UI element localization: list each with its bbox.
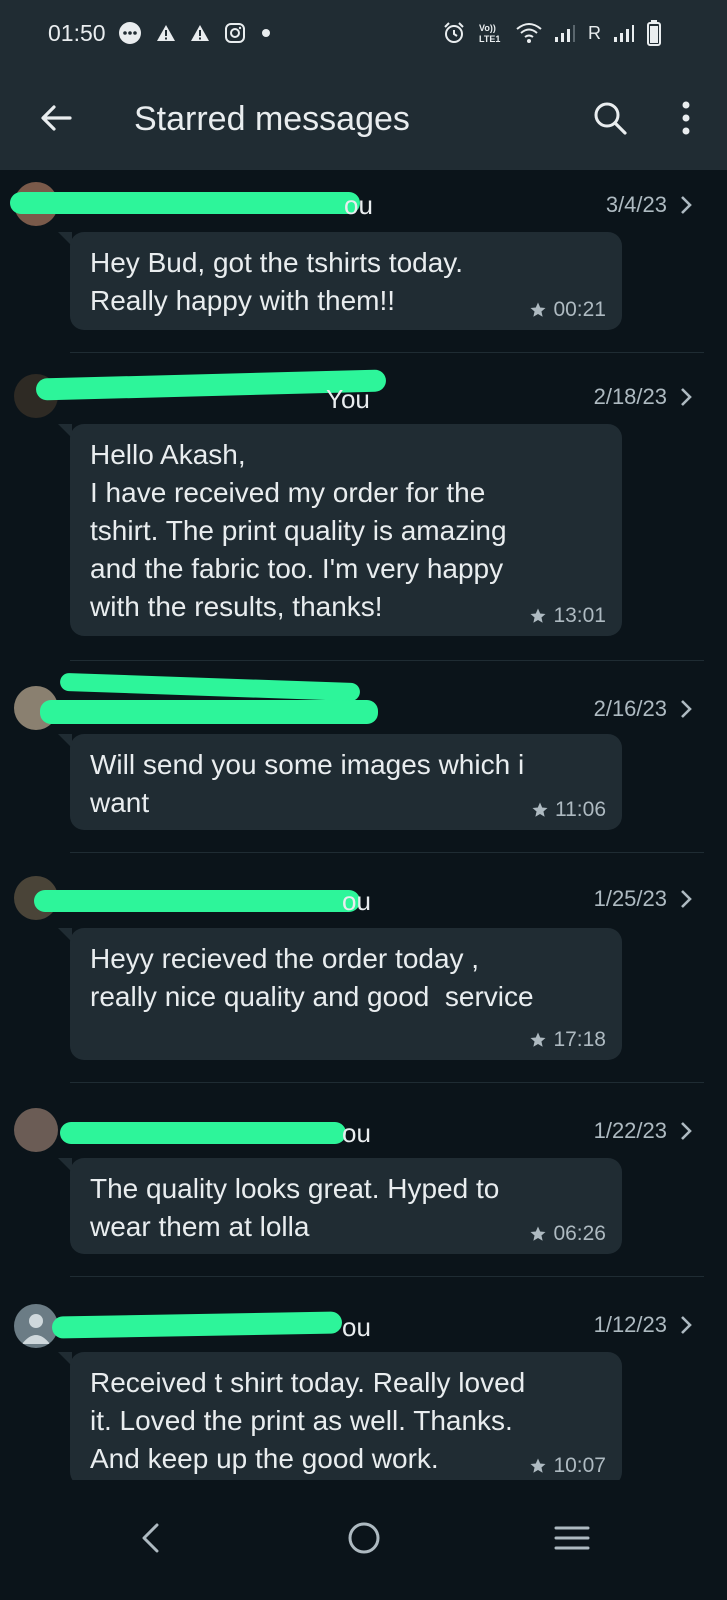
alarm-icon: [442, 20, 466, 46]
message-meta: 17:18: [529, 1028, 606, 1052]
message-meta: 06:26: [529, 1222, 606, 1246]
star-icon: [530, 608, 546, 623]
divider: [70, 852, 704, 853]
nav-back-icon: [142, 1523, 159, 1553]
star-icon: [530, 1226, 546, 1241]
system-nav-bar: [0, 1480, 727, 1600]
message-meta: 00:21: [529, 298, 606, 322]
message-date: 3/4/23: [605, 192, 667, 217]
warning-icon: [156, 20, 176, 46]
roaming-signal-icon: [613, 20, 635, 46]
message-bubble[interactable]: Hello Akash, I have received my order fo…: [70, 424, 622, 636]
volte-icon: Vo)) LTE1: [478, 20, 504, 46]
message-bubble[interactable]: The quality looks great. Hyped to wear t…: [70, 1158, 622, 1254]
redacted-sender: [40, 700, 378, 724]
message-text: Will send you some images which i want: [90, 749, 525, 818]
message-meta: 10:07: [529, 1454, 606, 1478]
nav-recents-button[interactable]: [542, 1508, 602, 1568]
instagram-icon: [224, 20, 246, 46]
message-date: 2/18/23: [593, 384, 667, 409]
more-options-button[interactable]: [660, 92, 712, 144]
divider: [70, 660, 704, 661]
message-text: Heyy recieved the order today , really n…: [90, 943, 534, 1012]
search-icon: [594, 102, 627, 135]
message-time: 11:06: [555, 798, 606, 821]
more-vert-icon: [682, 101, 690, 135]
signal-icon: [554, 20, 576, 46]
divider: [70, 352, 704, 353]
star-icon: [530, 302, 546, 317]
message-bubble[interactable]: Will send you some images which i want 1…: [70, 734, 622, 830]
dot-icon: [260, 20, 272, 46]
message-date: 1/22/23: [593, 1118, 667, 1143]
message-text: Received t shirt today. Really loved it.…: [90, 1367, 526, 1474]
nav-home-icon: [348, 1522, 380, 1554]
sender-you-label: ou: [342, 1118, 371, 1148]
message-text: Hey Bud, got the tshirts today. Really h…: [90, 247, 464, 316]
svg-text:Vo)): Vo)): [479, 23, 496, 33]
search-button[interactable]: [584, 92, 636, 144]
message-bubble[interactable]: Heyy recieved the order today , really n…: [70, 928, 622, 1060]
star-icon: [532, 802, 548, 817]
divider: [70, 1276, 704, 1277]
message-time: 06:26: [553, 1222, 606, 1245]
sender-you-label: ou: [344, 190, 373, 220]
redacted-sender: [10, 192, 360, 214]
message-time: 10:07: [553, 1454, 606, 1477]
message-meta: 13:01: [529, 604, 606, 628]
chevron-right-icon[interactable]: [675, 696, 697, 722]
message-bubble[interactable]: Received t shirt today. Really loved it.…: [70, 1352, 622, 1486]
star-icon: [530, 1458, 546, 1473]
nav-recents-icon: [554, 1526, 590, 1550]
chevron-right-icon[interactable]: [675, 192, 697, 218]
message-bubble[interactable]: Hey Bud, got the tshirts today. Really h…: [70, 232, 622, 330]
notification-icons: [118, 20, 272, 46]
chat-bubble-icon: [118, 20, 142, 46]
message-meta: 11:06: [531, 798, 606, 822]
system-icons: Vo)) LTE1 R: [442, 20, 661, 46]
sender-you-label: You: [326, 384, 370, 414]
sender-you-label: ou: [342, 1312, 371, 1342]
battery-icon: [647, 20, 661, 46]
message-date: 2/16/23: [593, 696, 667, 721]
status-time: 01:50: [48, 20, 106, 46]
chevron-right-icon[interactable]: [675, 1312, 697, 1338]
redacted-sender: [60, 1122, 346, 1144]
wifi-icon: [516, 20, 542, 46]
message-date: 1/12/23: [593, 1312, 667, 1337]
back-button[interactable]: [30, 92, 82, 144]
message-time: 13:01: [553, 604, 606, 627]
page-title: Starred messages: [134, 100, 410, 138]
nav-back-button[interactable]: [120, 1508, 180, 1568]
svg-text:LTE1: LTE1: [479, 34, 500, 44]
message-text: Hello Akash, I have received my order fo…: [90, 439, 507, 622]
chevron-right-icon[interactable]: [675, 384, 697, 410]
divider: [70, 1082, 704, 1083]
message-time: 00:21: [553, 298, 606, 321]
nav-home-button[interactable]: [334, 1508, 394, 1568]
app-bar: Starred messages: [0, 68, 727, 170]
redacted-sender: [59, 672, 361, 702]
arrow-left-icon: [41, 105, 72, 131]
chevron-right-icon[interactable]: [675, 886, 697, 912]
redacted-sender: [34, 890, 360, 912]
status-bar: 01:50 Vo)) LTE1 R: [0, 0, 727, 68]
redacted-sender: [51, 1311, 343, 1339]
message-time: 17:18: [553, 1028, 606, 1051]
roaming-label: R: [588, 22, 601, 43]
message-date: 1/25/23: [593, 886, 667, 911]
warning-icon: [190, 20, 210, 46]
avatar[interactable]: [14, 1108, 58, 1152]
sender-you-label: ou: [342, 886, 371, 916]
message-text: The quality looks great. Hyped to wear t…: [90, 1173, 500, 1242]
chevron-right-icon[interactable]: [675, 1118, 697, 1144]
star-icon: [530, 1032, 546, 1047]
